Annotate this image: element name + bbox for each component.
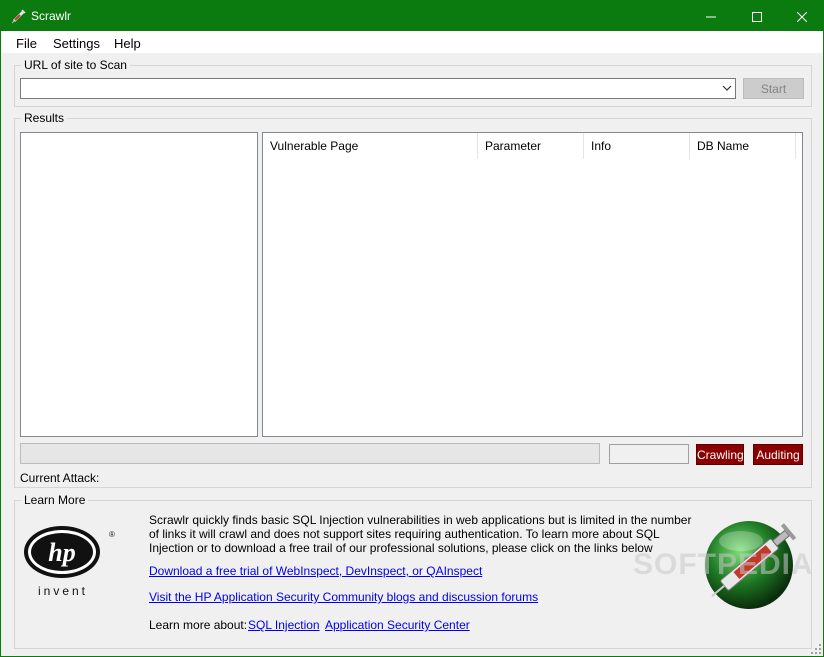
title-bar[interactable]: Scrawlr [1,1,823,31]
status-field [609,444,689,464]
close-button[interactable] [779,1,824,31]
learn-more-label: Learn More [21,493,89,507]
crawling-indicator: Crawling [696,444,744,465]
column-header-parameter[interactable]: Parameter [478,133,584,159]
minimize-icon [706,16,716,18]
hp-logo-mark: hp [48,538,75,567]
start-button[interactable]: Start [743,78,804,99]
url-group-label: URL of site to Scan [21,58,130,72]
current-attack-label: Current Attack: [20,471,100,485]
menu-bar: File Settings Help [1,31,823,53]
minimize-button[interactable] [688,1,734,31]
resize-grip-icon[interactable] [811,644,821,654]
softpedia-watermark: SOFTPEDIA [633,548,814,581]
results-table[interactable]: Vulnerable Page Parameter Info DB Name [262,132,803,437]
site-tree-panel[interactable] [20,132,258,437]
auditing-indicator: Auditing [753,444,803,465]
close-icon [796,11,808,23]
syringe-app-icon [11,9,26,24]
link-download-trial[interactable]: Download a free trial of WebInspect, Dev… [149,564,482,578]
maximize-button[interactable] [734,1,780,31]
learn-more-about-label: Learn more about: [149,618,248,632]
link-security-center[interactable]: Application Security Center [325,618,470,632]
main-window: Scrawlr File Settings Help URL of site t… [0,0,824,657]
svg-text:®: ® [109,530,115,539]
scan-progress-bar [20,443,600,464]
results-group-label: Results [21,111,68,125]
column-header-info[interactable]: Info [584,133,690,159]
maximize-icon [752,12,762,23]
hp-logo: hp ® invent [24,526,115,598]
chevron-down-icon[interactable] [721,81,733,95]
url-combobox[interactable] [20,78,736,99]
column-header-vulnerable-page[interactable]: Vulnerable Page [263,133,478,159]
learn-more-description: Scrawlr quickly finds basic SQL Injectio… [149,513,692,555]
link-community[interactable]: Visit the HP Application Security Commun… [149,590,538,604]
menu-settings[interactable]: Settings [53,36,100,51]
menu-help[interactable]: Help [114,36,141,51]
window-title: Scrawlr [31,9,72,23]
hp-logo-invent: invent [38,584,88,598]
menu-file[interactable]: File [16,36,37,51]
link-sql-injection[interactable]: SQL Injection [248,618,320,632]
column-header-db-name[interactable]: DB Name [690,133,796,159]
